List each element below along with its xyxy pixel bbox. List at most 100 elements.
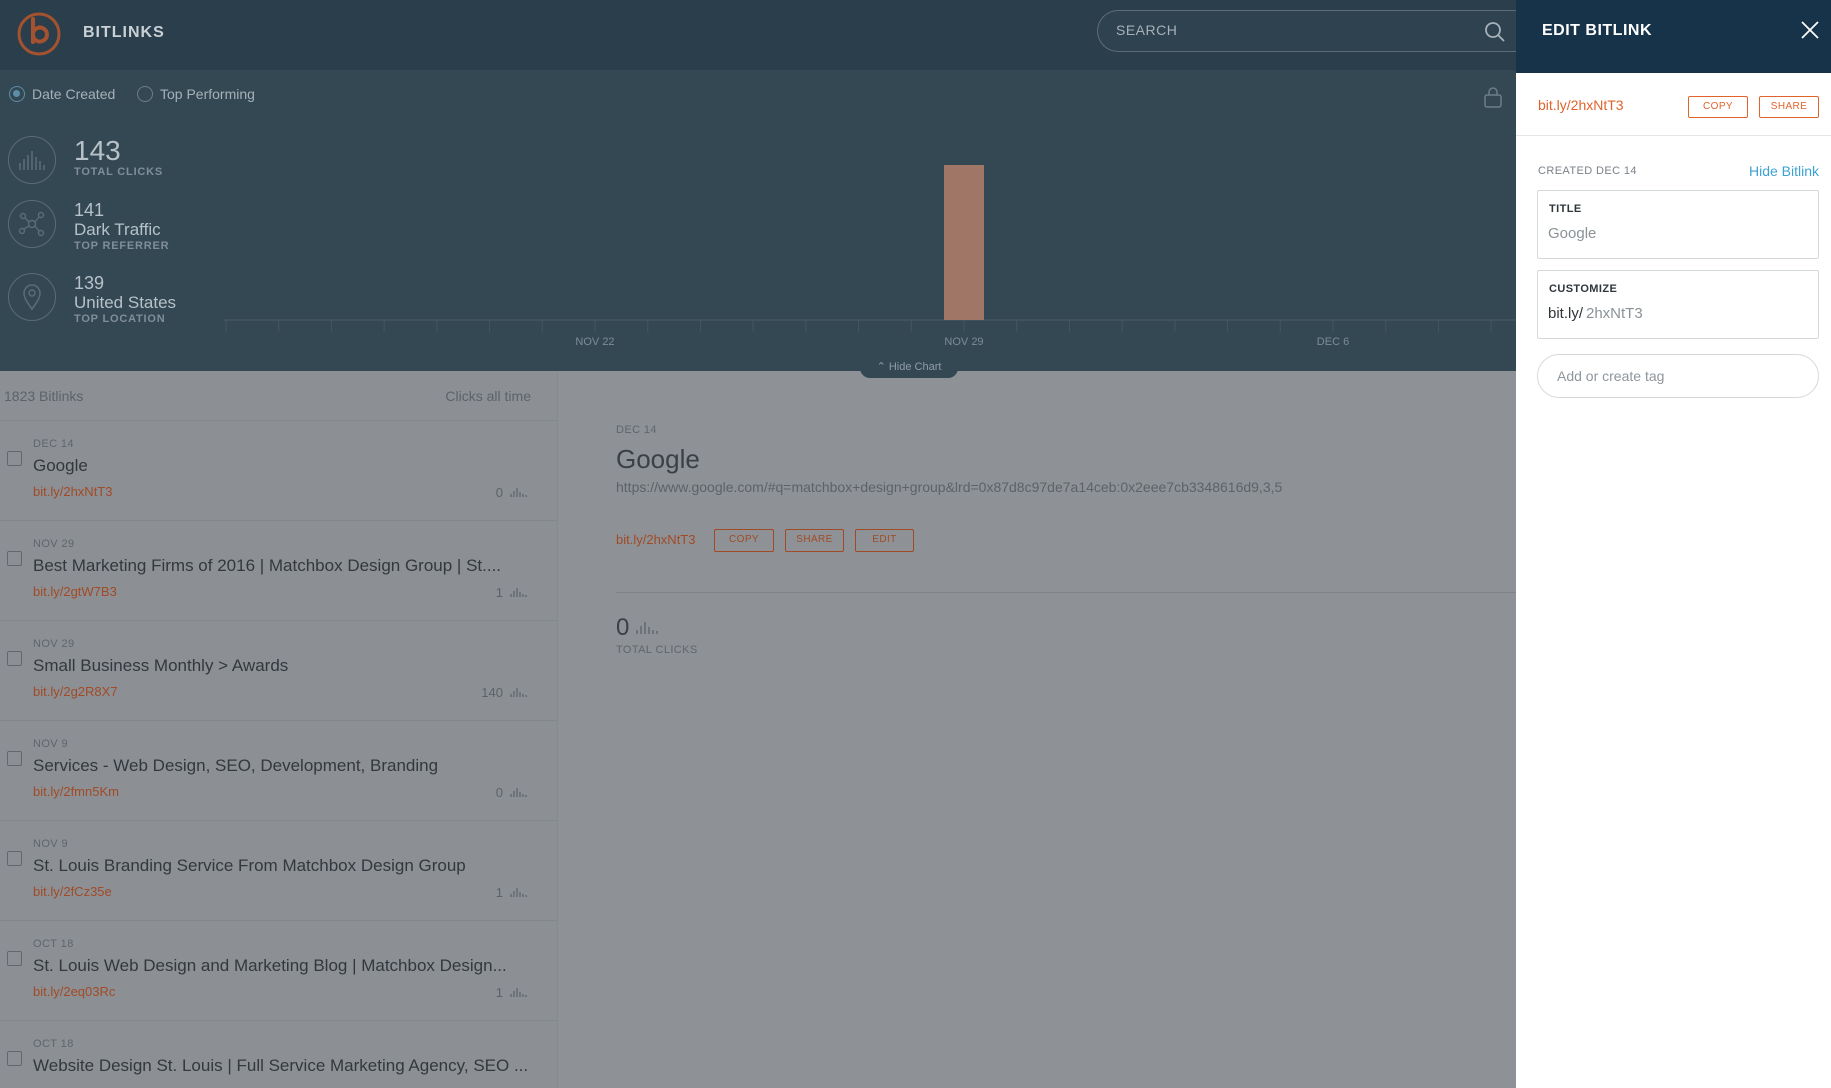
item-date: OCT 18 [33, 938, 74, 950]
detail-clicks-value: 0 [616, 614, 630, 641]
title-input[interactable] [1548, 225, 1803, 242]
edit-link-row: bit.ly/2hxNtT3 COPY SHARE [1516, 73, 1831, 136]
list-item[interactable]: NOV 29 Small Business Monthly > Awards bit… [0, 621, 557, 721]
edit-share-button[interactable]: SHARE [1759, 96, 1819, 118]
item-checkbox[interactable] [7, 751, 22, 766]
item-clicks: 1 [496, 985, 529, 1000]
bar-chart-icon [510, 488, 527, 497]
chart-tick-label: DEC 6 [1317, 336, 1349, 348]
item-checkbox[interactable] [7, 851, 22, 866]
list-item[interactable]: NOV 9 St. Louis Branding Service From Mat… [0, 821, 557, 921]
customize-field-label: CUSTOMIZE [1549, 283, 1618, 295]
edit-copy-button[interactable]: COPY [1688, 96, 1748, 118]
search-input[interactable] [1116, 22, 1446, 38]
bar-chart-icon [510, 788, 527, 797]
item-clicks: 0 [496, 485, 529, 500]
list-item[interactable]: NOV 29 Best Marketing Firms of 2016 | Mat… [0, 521, 557, 621]
customize-field[interactable]: CUSTOMIZE bit.ly/ [1537, 270, 1819, 339]
item-checkbox[interactable] [7, 551, 22, 566]
item-title[interactable]: Services - Web Design, SEO, Development,… [33, 756, 438, 776]
list-item[interactable]: DEC 14 Google bit.ly/2hxNtT3 0 [0, 421, 557, 521]
clicks-chart: NOV 22 NOV 29 DEC 6 [224, 165, 1516, 348]
bar-chart-icon [510, 888, 527, 897]
item-short-link[interactable]: bit.ly/2g2R8X7 [33, 684, 118, 699]
chart-tick-label: NOV 29 [944, 336, 983, 348]
item-clicks: 1 [496, 885, 529, 900]
list-item[interactable]: OCT 18 Website Design St. Louis | Full Se… [0, 1021, 557, 1088]
detail-long-url[interactable]: https://www.google.com/#q=matchbox+desig… [616, 479, 1282, 495]
item-clicks: 1 [496, 585, 529, 600]
bitlink-detail: DEC 14 Google https://www.google.com/#q=… [559, 371, 1516, 1088]
item-checkbox[interactable] [7, 651, 22, 666]
item-short-link[interactable]: bit.ly/2fmn5Km [33, 784, 119, 799]
bitlink-list: 1823 Bitlinks Clicks all time DEC 14 Goog… [0, 371, 558, 1088]
item-checkbox[interactable] [7, 1051, 22, 1066]
item-date: NOV 9 [33, 838, 69, 850]
edit-panel-title: EDIT BITLINK [1542, 22, 1652, 39]
bar-chart-icon [510, 688, 527, 697]
item-short-link[interactable]: bit.ly/2fCz35e [33, 884, 112, 899]
divider [616, 592, 1516, 593]
customize-input[interactable] [1586, 305, 1806, 322]
item-date: NOV 29 [33, 538, 75, 550]
item-title[interactable]: Best Marketing Firms of 2016 | Matchbox … [33, 556, 501, 576]
edit-panel-header: EDIT BITLINK [1516, 0, 1831, 73]
close-icon[interactable] [1801, 21, 1819, 39]
item-clicks: 0 [496, 785, 529, 800]
item-date: NOV 29 [33, 638, 75, 650]
item-short-link[interactable]: bit.ly/2eq03Rc [33, 984, 115, 999]
item-short-link[interactable]: bit.ly/2gtW7B3 [33, 584, 117, 599]
app-background: BITLINKS Date Created Top Performing [0, 0, 1516, 1088]
item-title[interactable]: Small Business Monthly > Awards [33, 656, 288, 676]
detail-copy-button[interactable]: COPY [714, 529, 774, 552]
list-items: DEC 14 Google bit.ly/2hxNtT3 0 NOV 29 Best Ma… [0, 421, 557, 1088]
chart-tick-label: NOV 22 [575, 336, 614, 348]
detail-date: DEC 14 [616, 424, 657, 436]
detail-edit-button[interactable]: EDIT [855, 529, 914, 552]
item-date: DEC 14 [33, 438, 74, 450]
item-clicks-value: 0 [495, 785, 503, 800]
app-title: BITLINKS [83, 24, 165, 41]
item-title[interactable]: St. Louis Branding Service From Matchbox… [33, 856, 466, 876]
detail-title: Google [616, 444, 700, 474]
bar-chart-icon [510, 588, 527, 597]
detail-short-link[interactable]: bit.ly/2hxNtT3 [616, 532, 695, 547]
created-date: CREATED DEC 14 [1538, 165, 1637, 177]
edit-short-link[interactable]: bit.ly/2hxNtT3 [1538, 97, 1624, 113]
list-item[interactable]: NOV 9 Services - Web Design, SEO, Develop… [0, 721, 557, 821]
list-sort-label[interactable]: Clicks all time [445, 388, 531, 404]
item-clicks-value: 1 [495, 985, 503, 1000]
list-item[interactable]: OCT 18 St. Louis Web Design and Marketing… [0, 921, 557, 1021]
title-field[interactable]: TITLE [1537, 190, 1819, 259]
list-header: 1823 Bitlinks Clicks all time [0, 371, 557, 421]
item-date: NOV 9 [33, 738, 69, 750]
item-clicks-value: 1 [495, 585, 503, 600]
detail-share-button[interactable]: SHARE [785, 529, 844, 552]
search-box[interactable] [1097, 10, 1516, 52]
item-title[interactable]: Website Design St. Louis | Full Service … [33, 1056, 528, 1076]
edit-bitlink-panel: EDIT BITLINK bit.ly/2hxNtT3 COPY SHARE C… [1516, 0, 1831, 1088]
customize-prefix: bit.ly/ [1548, 305, 1584, 322]
hide-bitlink-link[interactable]: Hide Bitlink [1749, 163, 1819, 179]
item-short-link[interactable]: bit.ly/2hxNtT3 [33, 484, 112, 499]
chart-panel: Date Created Top Performing 143 TOTAL CL… [0, 70, 1516, 371]
bitlink-count: 1823 Bitlinks [4, 387, 84, 404]
item-title[interactable]: Google [33, 456, 88, 476]
bar-chart-icon [510, 988, 527, 997]
item-clicks-value: 0 [495, 485, 503, 500]
tag-input[interactable] [1537, 354, 1819, 398]
detail-clicks: 0 [616, 614, 659, 642]
item-title[interactable]: St. Louis Web Design and Marketing Blog … [33, 956, 507, 976]
item-checkbox[interactable] [7, 451, 22, 466]
item-clicks-value: 1 [495, 885, 503, 900]
bitly-logo [17, 12, 61, 56]
top-bar: BITLINKS [0, 0, 1516, 70]
detail-clicks-label: TOTAL CLICKS [616, 644, 698, 656]
bar-chart-icon [636, 622, 659, 634]
title-field-label: TITLE [1549, 203, 1582, 215]
search-icon[interactable] [1484, 21, 1506, 43]
item-checkbox[interactable] [7, 951, 22, 966]
chart-bar[interactable] [944, 165, 984, 320]
item-date: OCT 18 [33, 1038, 74, 1050]
item-clicks: 140 [481, 685, 529, 700]
